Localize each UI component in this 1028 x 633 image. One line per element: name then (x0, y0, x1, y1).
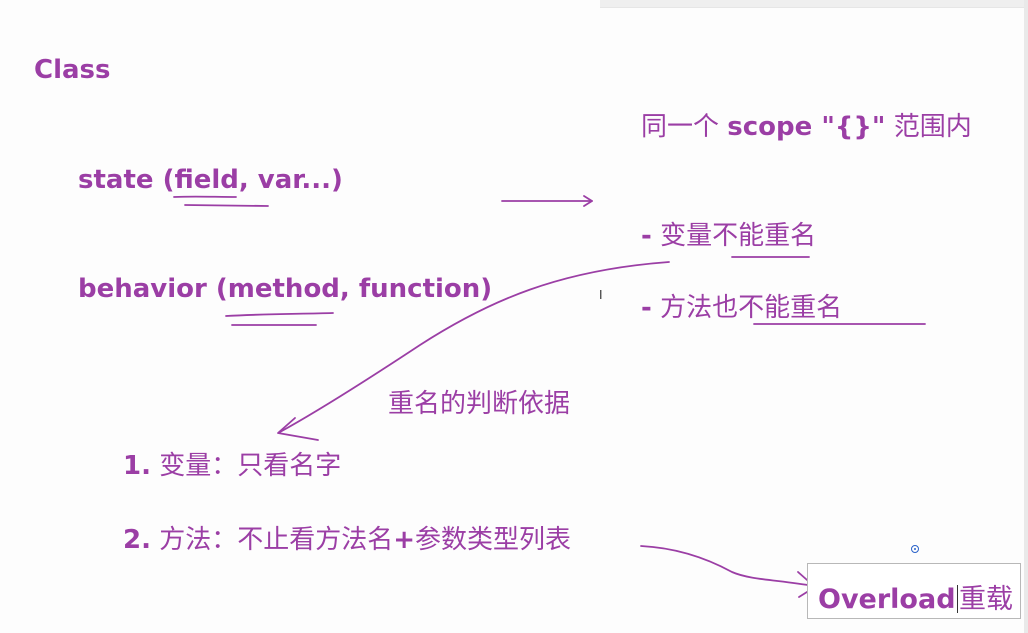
state-line: state (field, var...) (78, 165, 343, 195)
rule-variables-underlined: 不能重名 (712, 221, 817, 251)
i-beam-cursor-icon: I (599, 288, 603, 302)
pen-pointer-icon (911, 545, 919, 553)
criteria-item-2-num: 2. (123, 525, 151, 555)
overload-text-box[interactable]: Overload 重载 (807, 563, 1021, 619)
scope-note-prefix: 同一个 (641, 112, 720, 142)
underline-method-1 (225, 312, 334, 317)
rule-variables-dash: - (641, 221, 652, 251)
underline-field-2 (184, 204, 269, 207)
scope-note-suffix: 范围内 (893, 112, 972, 142)
rule-variables: - 变量不能重名 (641, 223, 816, 249)
overload-chinese: 重载 (959, 584, 1014, 615)
rule-methods-dash: - (641, 293, 652, 323)
rule-methods-underlined: 不能重名 (738, 293, 843, 323)
criteria-heading: 重名的判断依据 (388, 389, 571, 419)
class-heading: Class (34, 55, 111, 85)
curved-arrow-to-overload (640, 545, 814, 587)
criteria-item-2-plus: + (393, 525, 416, 555)
criteria-item-2-text: 方法：不止看方法名 (159, 525, 394, 555)
scope-note: 同一个 scope "{}" 范围内 (641, 114, 972, 140)
criteria-item-1-num: 1. (123, 451, 151, 481)
rule-methods-lead: 方法也 (660, 293, 739, 323)
criteria-item-1: 1. 变量：只看名字 (123, 453, 341, 479)
criteria-item-2-rest: 参数类型列表 (415, 525, 572, 555)
criteria-item-2: 2. 方法：不止看方法名+参数类型列表 (123, 527, 571, 553)
scope-note-bold: scope "{}" (727, 112, 886, 142)
criteria-item-1-text: 变量：只看名字 (159, 451, 342, 481)
behavior-line: behavior (method, function) (78, 274, 493, 304)
text-caret (956, 585, 959, 613)
rule-variables-lead: 变量 (660, 221, 713, 251)
rule-methods: - 方法也不能重名 (641, 295, 842, 321)
overload-english: Overload (818, 584, 956, 615)
